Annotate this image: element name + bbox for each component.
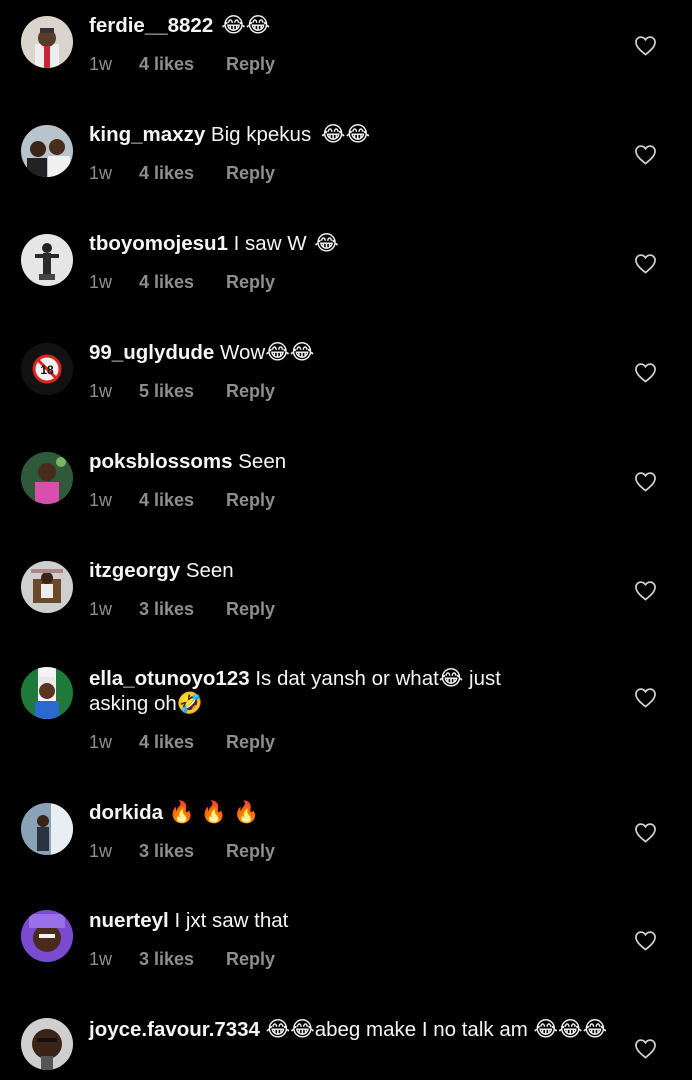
comment-age: 1w [89,54,113,74]
reply-button[interactable]: Reply [226,381,275,402]
comment-meta: 1w 4 likes Reply [89,163,275,184]
comment-age: 1w [89,841,113,861]
comment-meta: 1w 4 likes Reply [89,54,275,75]
avatar[interactable] [21,667,73,719]
reply-button[interactable]: Reply [226,949,275,970]
reply-button[interactable]: Reply [226,490,275,511]
comment-body: Wow [214,341,266,364]
comment-username[interactable]: king_maxzy [89,123,205,146]
comment-username[interactable]: 99_uglydude [89,341,214,364]
comment-likes[interactable]: 4 likes [139,272,226,293]
comment-text: itzgeorgy Seen [89,558,589,583]
reply-button[interactable]: Reply [226,163,275,184]
comment-text: nuerteyl I jxt saw that [89,908,589,933]
comment-username[interactable]: tboyomojesu1 [89,232,228,255]
reply-button[interactable]: Reply [226,732,275,753]
comment-username[interactable]: ferdie__8822 [89,14,213,37]
comment-text: tboyomojesu1 I saw W 😂 [89,231,589,256]
heart-icon[interactable] [634,822,657,843]
comment-age: 1w [89,272,113,292]
comment-age: 1w [89,490,113,510]
avatar[interactable] [21,16,73,68]
comment-age: 1w [89,381,113,401]
comment-meta: 1w 4 likes Reply [89,732,275,753]
avatar[interactable] [21,561,73,613]
comment-username[interactable]: joyce.favour.7334 [89,1018,260,1041]
heart-icon[interactable] [634,144,657,165]
reply-button[interactable]: Reply [226,841,275,862]
laughing-emoji: 😂😂 [320,122,370,146]
comment-meta: 1w 5 likes Reply [89,381,275,402]
avatar[interactable] [21,910,73,962]
comment-body: Is dat yansh or what [249,667,439,690]
comment-age: 1w [89,163,113,183]
comment-likes[interactable]: 3 likes [139,599,226,620]
comment-meta: 1w 3 likes Reply [89,599,275,620]
heart-icon[interactable] [634,1038,657,1059]
comment-meta: 1w 3 likes Reply [89,841,275,862]
comment-username[interactable]: itzgeorgy [89,559,180,582]
avatar[interactable] [21,803,73,855]
fire-emoji: 🔥🔥🔥 [168,800,266,824]
laughing-emoji: 😂😂 [265,1017,315,1041]
comment-text: ella_otunoyo123 Is dat yansh or what😂 ju… [89,666,559,716]
avatar[interactable] [21,234,73,286]
comment-username[interactable]: poksblossoms [89,450,233,473]
comment-text: poksblossoms Seen [89,449,589,474]
comment-age: 1w [89,599,113,619]
comment-body: Seen [232,450,287,473]
heart-icon[interactable] [634,362,657,383]
comment-likes[interactable]: 4 likes [139,732,226,753]
comment-text: king_maxzy Big kpekus 😂😂 [89,122,589,147]
heart-icon[interactable] [634,471,657,492]
heart-icon[interactable] [634,930,657,951]
avatar[interactable] [21,125,73,177]
comment-meta: 1w 4 likes Reply [89,272,275,293]
comment-age: 1w [89,949,113,969]
comment-body-continued: abeg make I no talk am [314,1018,534,1041]
laughing-emoji: 😂😂 [221,13,271,37]
laughing-emoji: 😂😂 [265,340,315,364]
reply-button[interactable]: Reply [226,272,275,293]
avatar[interactable]: 18 [21,343,73,395]
comment-meta: 1w 3 likes Reply [89,949,275,970]
laughing-emoji: 😂😂😂 [533,1017,608,1041]
comment-age: 1w [89,732,113,752]
comment-text: ferdie__8822 😂😂 [89,13,589,38]
heart-icon[interactable] [634,687,657,708]
comment-text: 99_uglydude Wow😂😂 [89,340,589,365]
comment-likes[interactable]: 4 likes [139,163,226,184]
comment-body: Big kpekus [205,123,317,146]
avatar[interactable] [21,452,73,504]
rofl-emoji: 🤣 [176,691,203,715]
avatar[interactable] [21,1018,73,1070]
svg-text:18: 18 [40,363,54,377]
heart-icon[interactable] [634,580,657,601]
comment-username[interactable]: nuerteyl [89,909,169,932]
comment-meta: 1w 4 likes Reply [89,490,275,511]
laughing-emoji: 😂 [438,666,464,690]
heart-icon[interactable] [634,253,657,274]
comment-username[interactable]: dorkida [89,801,163,824]
comment-text: joyce.favour.7334 😂😂abeg make I no talk … [89,1017,609,1042]
reply-button[interactable]: Reply [226,54,275,75]
comment-likes[interactable]: 3 likes [139,949,226,970]
comment-likes[interactable]: 4 likes [139,54,226,75]
comment-likes[interactable]: 3 likes [139,841,226,862]
comment-likes[interactable]: 4 likes [139,490,226,511]
comment-username[interactable]: ella_otunoyo123 [89,667,250,690]
comment-likes[interactable]: 5 likes [139,381,226,402]
comment-text: dorkida 🔥🔥🔥 [89,800,589,825]
comment-body: Seen [180,559,234,582]
comment-body: I saw W [227,232,313,255]
laughing-emoji: 😂 [314,231,339,255]
heart-icon[interactable] [634,35,657,56]
comment-body: I jxt saw that [168,909,289,932]
reply-button[interactable]: Reply [226,599,275,620]
